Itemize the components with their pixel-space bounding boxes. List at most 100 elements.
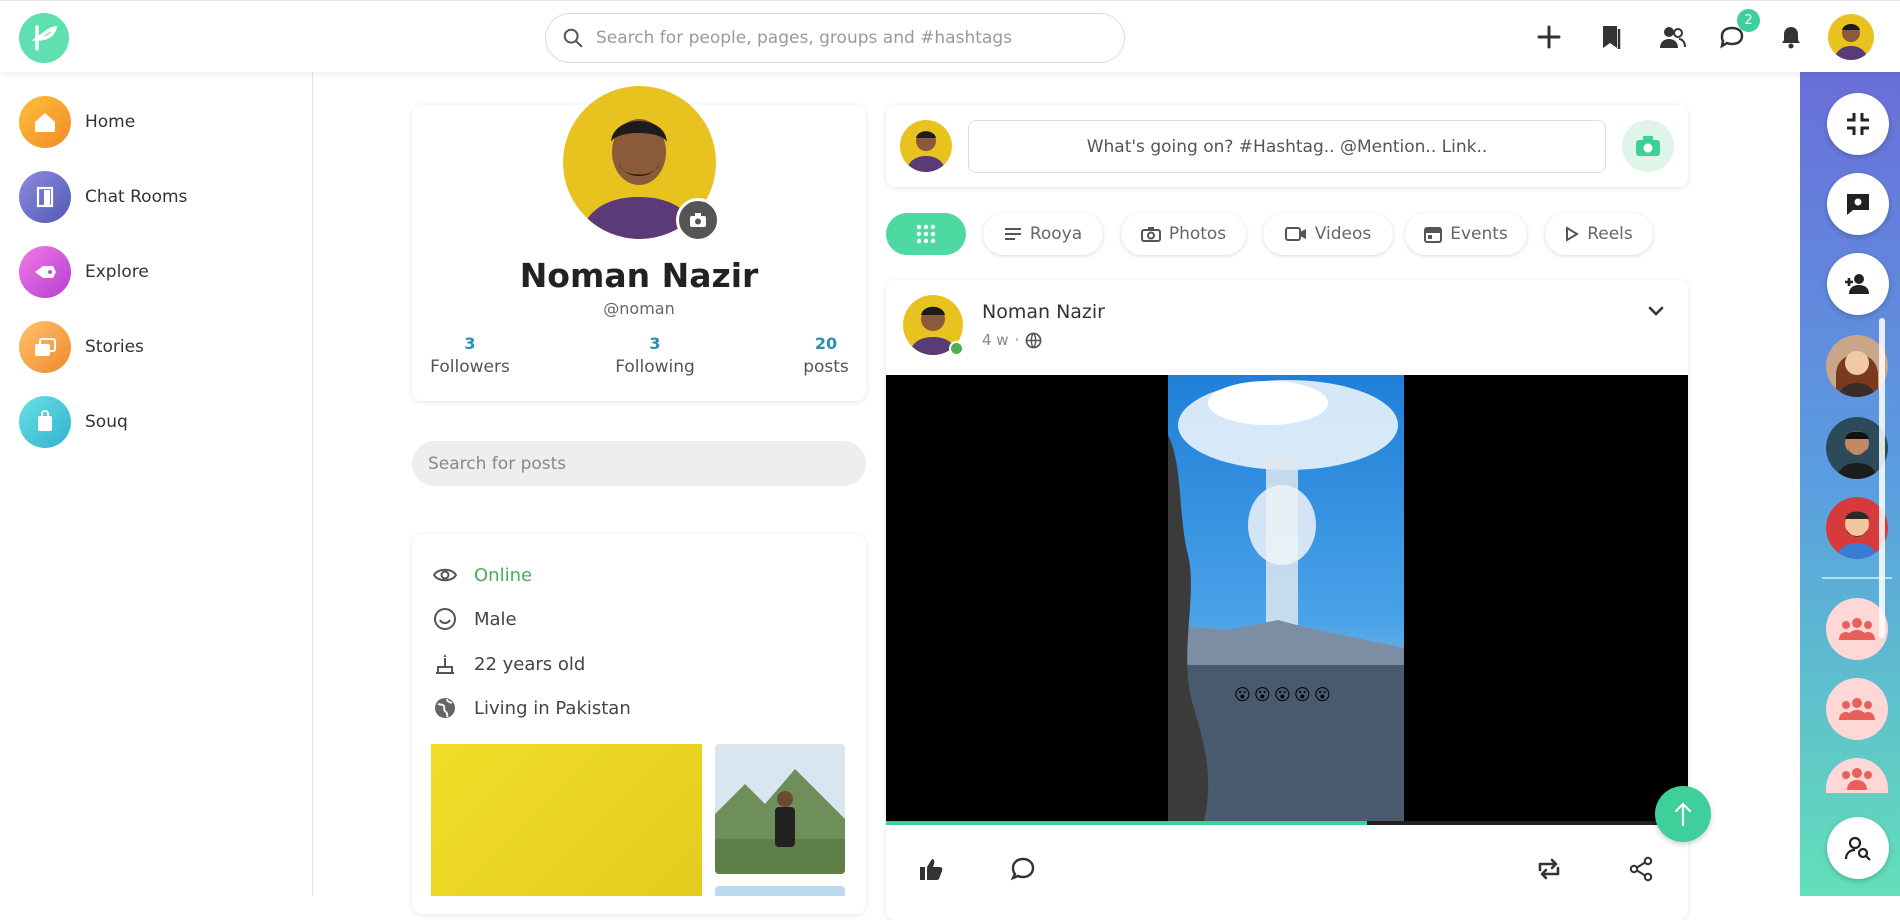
svg-text:😮: 😮 — [1314, 685, 1331, 704]
grid-icon — [916, 224, 936, 244]
post-video-frame: 😮 😮 😮 😮 😮 — [1168, 375, 1404, 825]
camera-icon — [1636, 136, 1660, 156]
group-icon — [1842, 768, 1872, 790]
sidebar-item-chat-rooms[interactable]: Chat Rooms — [19, 171, 187, 223]
info-status: Online — [432, 562, 532, 588]
post-author-name[interactable]: Noman Nazir — [982, 301, 1105, 323]
composer-input[interactable]: What's going on? #Hashtag.. @Mention.. L… — [968, 120, 1606, 173]
profile-photo-thumb[interactable] — [715, 744, 845, 874]
tab-events[interactable]: Events — [1405, 213, 1527, 255]
chat-settings-button[interactable] — [1827, 173, 1889, 235]
age-text: 22 years old — [474, 653, 586, 675]
text-lines-icon — [1004, 227, 1022, 241]
gender-text: Male — [474, 608, 517, 630]
globe-icon — [432, 695, 458, 721]
followers-count: 3 — [464, 334, 476, 353]
tab-videos[interactable]: Videos — [1263, 213, 1393, 255]
followers-label: Followers — [430, 357, 510, 377]
global-search-input[interactable] — [596, 28, 1076, 48]
group-chat-avatar[interactable] — [1826, 678, 1888, 740]
globe-icon — [1025, 332, 1042, 348]
collapse-rail-button[interactable] — [1827, 93, 1889, 155]
bell-icon[interactable] — [1775, 21, 1807, 53]
tab-rooya[interactable]: Rooya — [983, 213, 1103, 255]
create-plus-icon[interactable] — [1533, 21, 1565, 53]
bag-icon — [19, 396, 71, 448]
profile-name: Noman Nazir — [519, 256, 759, 295]
online-indicator — [949, 341, 964, 356]
profile-photo-thumb[interactable] — [715, 886, 845, 896]
svg-text:😮: 😮 — [1234, 685, 1251, 704]
search-contacts-button[interactable] — [1827, 817, 1889, 879]
sidebar-item-home[interactable]: Home — [19, 96, 135, 148]
sidebar-item-label: Souq — [85, 412, 128, 432]
sidebar-item-explore[interactable]: Explore — [19, 246, 149, 298]
meta-separator: · — [1014, 331, 1020, 349]
followers-stat[interactable]: 3 Followers — [430, 334, 510, 377]
profile-handle: @noman — [603, 299, 675, 318]
video-icon — [1284, 227, 1307, 241]
tab-label: Photos — [1168, 224, 1227, 244]
following-count: 3 — [649, 334, 661, 353]
app-logo[interactable] — [19, 13, 69, 63]
composer-avatar — [900, 120, 952, 172]
posts-label: posts — [803, 357, 849, 377]
search-posts-input[interactable] — [412, 441, 866, 486]
profile-photo-thumb[interactable] — [431, 744, 702, 896]
posts-count: 20 — [814, 334, 838, 353]
following-stat[interactable]: 3 Following — [615, 334, 695, 377]
add-friend-button[interactable] — [1827, 253, 1889, 315]
rail-scrollbar[interactable] — [1879, 318, 1885, 638]
search-icon — [563, 28, 583, 48]
svg-text:😮: 😮 — [1254, 685, 1271, 704]
tab-label: Events — [1450, 224, 1508, 244]
post-time[interactable]: 4 w — [982, 331, 1009, 349]
comment-icon[interactable] — [1010, 856, 1036, 882]
share-repost-icon[interactable] — [1535, 856, 1563, 882]
status-text: Online — [474, 564, 533, 586]
change-avatar-camera-button[interactable] — [676, 198, 720, 242]
svg-text:😮: 😮 — [1274, 685, 1291, 704]
chat-gear-icon — [1847, 194, 1869, 215]
home-icon — [19, 96, 71, 148]
play-icon — [1565, 226, 1580, 242]
tab-label: Reels — [1587, 224, 1633, 244]
friends-icon[interactable] — [1656, 21, 1688, 53]
share-icon[interactable] — [1628, 856, 1654, 882]
scroll-to-top-button[interactable] — [1655, 786, 1711, 842]
top-bar: 2 — [0, 0, 1900, 72]
video-progress-fill — [886, 821, 1368, 825]
sidebar-item-label: Explore — [85, 262, 149, 282]
add-user-icon — [1845, 274, 1869, 294]
tab-reels[interactable]: Reels — [1545, 213, 1653, 255]
posts-stat[interactable]: 20 posts — [800, 334, 852, 377]
post-video-player[interactable]: 😮 😮 😮 😮 😮 — [886, 375, 1688, 825]
info-age: 22 years old — [432, 651, 585, 677]
cake-icon — [432, 651, 458, 677]
eye-icon — [432, 562, 458, 588]
post-options-chevron-down-icon[interactable] — [1645, 300, 1667, 322]
svg-text:😮: 😮 — [1294, 685, 1311, 704]
user-avatar[interactable] — [1828, 14, 1874, 60]
compress-icon — [1847, 113, 1869, 135]
rocket-icon — [19, 246, 71, 298]
sidebar-item-stories[interactable]: Stories — [19, 321, 144, 373]
group-icon — [1839, 618, 1875, 640]
tab-label: Rooya — [1029, 224, 1083, 244]
post-meta: 4 w · — [982, 331, 1042, 349]
door-icon — [19, 171, 71, 223]
location-text: Living in Pakistan — [474, 697, 631, 719]
sidebar-item-label: Home — [85, 112, 136, 132]
global-search[interactable] — [545, 13, 1125, 63]
tab-photos[interactable]: Photos — [1121, 213, 1246, 255]
following-label: Following — [615, 357, 695, 377]
calendar-icon — [1424, 225, 1443, 243]
sidebar-item-souq[interactable]: Souq — [19, 396, 128, 448]
composer-photo-button[interactable] — [1622, 120, 1674, 172]
sidebar-item-label: Chat Rooms — [85, 187, 188, 207]
tab-label: Videos — [1314, 224, 1372, 244]
arrow-up-icon — [1674, 802, 1692, 827]
like-icon[interactable] — [918, 856, 944, 882]
bookmarks-icon[interactable] — [1595, 21, 1627, 53]
tab-all[interactable] — [886, 213, 966, 255]
